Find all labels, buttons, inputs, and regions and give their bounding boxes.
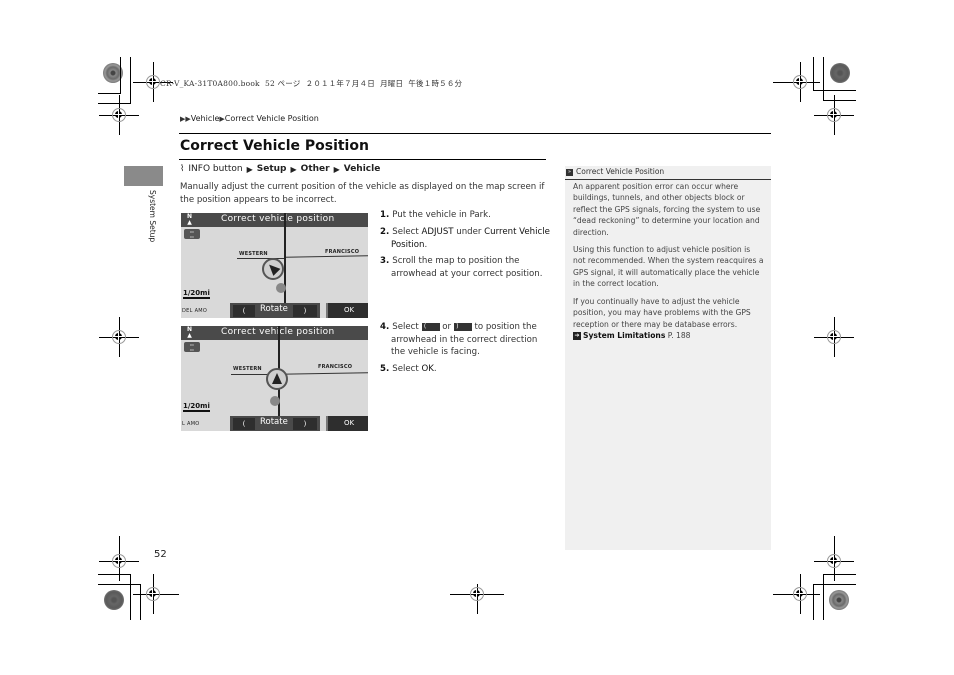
- note-icon: »: [566, 168, 573, 176]
- registration-disc-icon: [104, 590, 124, 610]
- step-keyword: ADJUST: [421, 227, 454, 237]
- step: 3. Scroll the map to position the arrowh…: [380, 255, 550, 280]
- rotate-label: Rotate: [260, 304, 288, 314]
- triangle-right-icon: ▶: [290, 164, 297, 174]
- page-number: 52: [154, 549, 167, 560]
- step-text: .: [433, 364, 437, 374]
- nav-path-item: Setup: [256, 164, 287, 174]
- map-scale: 1/20mi: [183, 402, 210, 412]
- nav-screen-1: N ▲ Correct vehicle position ▭ ▭ WESTERN F…: [181, 213, 368, 318]
- screen-title: Correct vehicle position: [221, 214, 335, 224]
- north-indicator-icon: N ▲: [187, 326, 193, 339]
- street-label: FRANCISCO: [318, 364, 353, 370]
- rotate-left-button[interactable]: (: [233, 418, 255, 430]
- step-text: .: [424, 239, 428, 250]
- registration-disc-icon: [830, 63, 850, 83]
- step-number: 4.: [380, 322, 393, 332]
- rotate-left-button[interactable]: (: [233, 305, 255, 317]
- step: 2. Select ADJUST under Current Vehicle P…: [380, 226, 550, 251]
- step-number: 3.: [380, 256, 393, 266]
- header-rule: [179, 133, 771, 134]
- cross-reference-icon: ➔: [573, 332, 581, 341]
- title-rule: [179, 159, 546, 160]
- nav-screen-2: N ▲ Correct vehicle position ▭ ▭ WESTERN F…: [181, 326, 368, 431]
- section-tab: [124, 166, 163, 186]
- guidance-badge-icon: ▭ ▭: [184, 229, 200, 239]
- rotate-left-inline-icon: (: [421, 322, 440, 331]
- rotate-right-button[interactable]: ): [293, 305, 317, 317]
- print-header: CR-V_KA-31T0A800.book 52 ページ ２０１１年７月４日 月…: [160, 79, 463, 88]
- note-paragraph: An apparent position error can occur whe…: [573, 182, 761, 237]
- locality-label: L AMO: [182, 421, 200, 427]
- vehicle-cursor-icon[interactable]: [262, 258, 284, 280]
- step-text: or: [439, 322, 454, 332]
- triangle-right-icon: ▶: [246, 164, 253, 174]
- step-text: Select: [392, 364, 422, 374]
- step-text: Scroll the map to position the arrowhead…: [391, 256, 543, 279]
- rotate-label: Rotate: [260, 417, 288, 427]
- triangle-right-icon: ▶: [333, 164, 340, 174]
- double-triangle-right-icon: ▶▶: [180, 115, 191, 123]
- street-label: WESTERN: [233, 366, 262, 372]
- cross-reference-page: P. 188: [667, 331, 691, 341]
- section-tab-label: System Setup: [148, 190, 157, 243]
- north-indicator-icon: N ▲: [187, 213, 193, 226]
- info-button-icon: ⌇: [180, 164, 185, 174]
- ok-button[interactable]: OK: [326, 303, 368, 318]
- nav-path: ⌇ INFO button ▶ Setup ▶ Other ▶ Vehicle: [180, 164, 380, 174]
- registration-disc-icon: [829, 590, 849, 610]
- cross-reference-link[interactable]: System Limitations: [583, 331, 665, 340]
- step-text: under: [453, 227, 485, 237]
- step-text: Put the vehicle in Park.: [392, 210, 491, 220]
- step: 5. Select OK.: [380, 363, 550, 376]
- step-text: Select: [392, 227, 422, 237]
- ok-button[interactable]: OK: [326, 416, 368, 431]
- nav-path-item: INFO button: [188, 164, 243, 174]
- street-label: WESTERN: [239, 251, 268, 257]
- step-number: 5.: [380, 364, 393, 374]
- vehicle-cursor-icon[interactable]: [266, 368, 288, 390]
- route-shield-icon: [276, 283, 286, 293]
- step: 4. Select ( or ) to position the arrowhe…: [380, 321, 550, 359]
- note-panel: » Correct Vehicle Position An apparent po…: [565, 166, 771, 550]
- step-number: 2.: [380, 227, 393, 237]
- step-number: 1.: [380, 210, 393, 220]
- note-heading: » Correct Vehicle Position: [565, 166, 771, 180]
- rotate-right-button[interactable]: ): [293, 418, 317, 430]
- locality-label: DEL AMO: [182, 308, 208, 314]
- intro-text: Manually adjust the current position of …: [180, 182, 545, 205]
- nav-path-item: Other: [300, 164, 330, 174]
- page-title: Correct Vehicle Position: [180, 138, 369, 154]
- breadcrumb-item[interactable]: Vehicle: [191, 114, 220, 123]
- rotate-right-inline-icon: ): [453, 322, 472, 331]
- note-paragraph: If you continually have to adjust the ve…: [573, 297, 751, 341]
- breadcrumb: ▶▶Vehicle▶Correct Vehicle Position: [180, 114, 319, 123]
- step-text: Select: [392, 322, 422, 332]
- step-keyword: OK: [421, 364, 434, 374]
- step: 1. Put the vehicle in Park.: [380, 209, 550, 222]
- map-scale: 1/20mi: [183, 289, 210, 299]
- guidance-badge-icon: ▭ ▭: [184, 342, 200, 352]
- street-label: FRANCISCO: [325, 249, 360, 255]
- breadcrumb-item[interactable]: Correct Vehicle Position: [225, 114, 319, 123]
- nav-path-item: Vehicle: [343, 164, 381, 174]
- route-shield-icon: [270, 396, 280, 406]
- note-paragraph: Using this function to adjust vehicle po…: [573, 245, 764, 289]
